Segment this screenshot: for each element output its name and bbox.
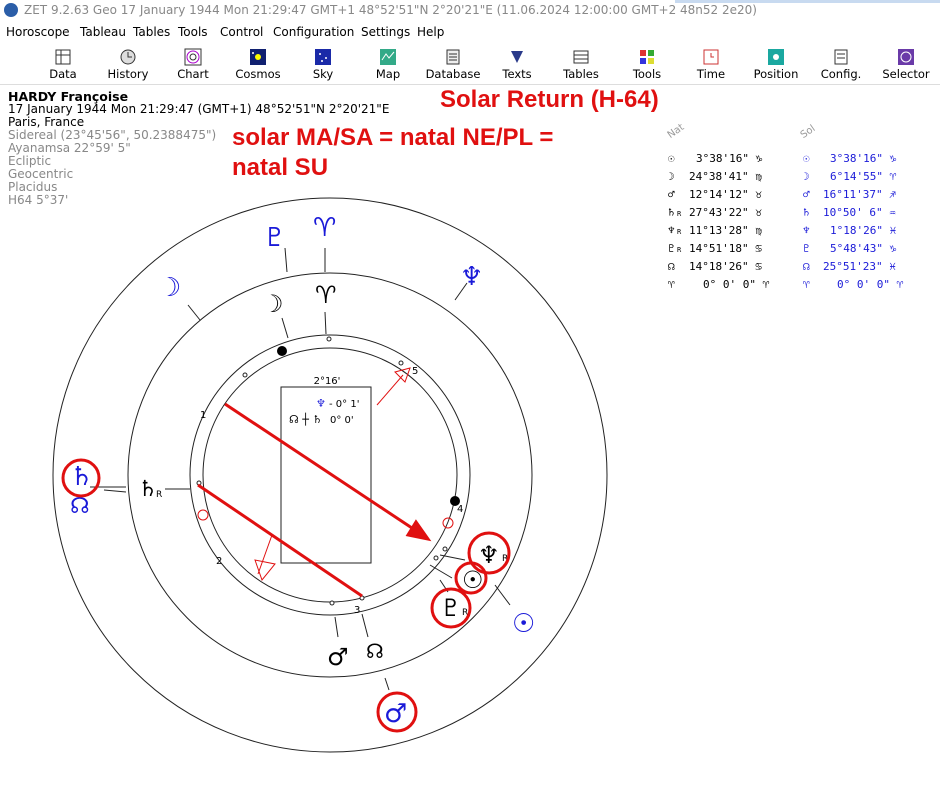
house-number-3: 3 xyxy=(354,605,360,616)
positions-table: Nat Sol ☉ 3°38'16" ♑ ☉ 3°38'16" ♑ ☽ 24°3… xyxy=(660,120,920,300)
menu-tables[interactable]: Tables xyxy=(133,25,170,39)
house-number-5: 5 xyxy=(412,366,418,377)
node-natal-outer-glyph: ☊ xyxy=(70,494,90,519)
data-icon xyxy=(55,49,71,65)
time-icon xyxy=(703,49,719,65)
setting-center: Geocentric xyxy=(8,167,74,181)
table-row: ♄ R 27°43'22" ♉ ♄ 10°50' 6" ♒ xyxy=(668,206,896,219)
history-button[interactable]: History xyxy=(93,46,163,84)
tools-button[interactable]: Tools xyxy=(612,46,682,84)
table-row: ♂ 12°14'12" ♉ ♂ 16°11'37" ♐ xyxy=(668,188,896,201)
saturn-solar-retro: R xyxy=(156,490,162,500)
menu-control[interactable]: Control xyxy=(220,25,263,39)
texts-button[interactable]: Texts xyxy=(482,46,552,84)
map-button[interactable]: Map xyxy=(353,46,423,84)
position-dot xyxy=(450,496,460,506)
title-strip xyxy=(675,0,940,3)
house-number-2: 2 xyxy=(216,556,222,567)
saturn-solar-glyph: ♄ xyxy=(138,477,158,502)
selector-icon xyxy=(898,49,914,65)
solar-return-title: Solar Return (H-64) xyxy=(440,86,659,113)
window-title: ZET 9.2.63 Geo 17 January 1944 Mon 21:29… xyxy=(24,3,757,17)
node-solar-glyph: ☊ xyxy=(366,639,384,663)
moon-solar-glyph: ☽ xyxy=(262,290,284,318)
map-icon xyxy=(380,49,396,65)
app-icon xyxy=(4,3,18,17)
fortune-marker xyxy=(197,509,209,521)
tools-icon xyxy=(640,50,654,64)
title-bar: ZET 9.2.63 Geo 17 January 1944 Mon 21:29… xyxy=(0,0,940,22)
solar-header: Sol xyxy=(798,123,818,141)
menu-tools[interactable]: Tools xyxy=(178,25,208,39)
house-number-4: 4 xyxy=(457,504,463,515)
chart-button[interactable]: Chart xyxy=(158,46,228,84)
sky-icon xyxy=(315,49,331,65)
neptune-natal-outer-glyph: ♆ xyxy=(460,262,483,292)
position-button[interactable]: Position xyxy=(741,46,811,84)
table-row: ♈ 0° 0' 0" ♈ ♈ 0° 0' 0" ♈ xyxy=(668,278,904,291)
box-node-saturn-glyphs: ☊ ┼ ♄ xyxy=(289,412,322,426)
config-icon xyxy=(834,49,848,65)
midpoint-box-title: 2°16' xyxy=(314,376,341,387)
natal-header: Nat xyxy=(665,121,687,141)
mars-natal-outer-glyph: ♂ xyxy=(384,699,407,729)
tables-icon xyxy=(573,50,589,64)
menu-tableau[interactable]: Tableau xyxy=(80,25,126,39)
tables-button[interactable]: Tables xyxy=(546,46,616,84)
menu-settings[interactable]: Settings xyxy=(361,25,410,39)
data-button[interactable]: Data xyxy=(28,46,98,84)
pluto-solar-glyph: ♇ xyxy=(440,594,462,622)
aries-solar-glyph: ♈ xyxy=(315,281,337,309)
menu-bar: Horoscope Tableau Tables Tools Control C… xyxy=(0,22,940,42)
texts-icon xyxy=(511,51,523,63)
database-icon xyxy=(446,49,460,65)
cosmos-icon xyxy=(250,49,266,65)
menu-horoscope[interactable]: Horoscope xyxy=(6,25,70,39)
table-row: ☉ 3°38'16" ♑ ☉ 3°38'16" ♑ xyxy=(668,152,897,165)
time-button[interactable]: Time xyxy=(676,46,746,84)
table-row: ♆ R 11°13'28" ♍ ♆ 1°18'26" ♓ xyxy=(668,224,897,237)
box-node-saturn-value: 0° 0' xyxy=(330,415,354,426)
annotation-line-2: natal SU xyxy=(232,154,329,181)
annotation-line-1: solar MA/SA = natal NE/PL = xyxy=(232,124,554,151)
toolbar: Data History Chart Cosmos Sky Map Databa… xyxy=(0,44,940,85)
box-neptune-value: - 0° 1' xyxy=(329,399,359,410)
database-button[interactable]: Database xyxy=(418,46,488,84)
box-neptune-glyph: ♆ xyxy=(316,397,326,410)
mars-solar-glyph: ♂ xyxy=(327,643,349,671)
sky-button[interactable]: Sky xyxy=(288,46,358,84)
pluto-natal-outer-glyph: ♇ xyxy=(263,223,286,253)
table-row: ☽ 24°38'41" ♍ ☽ 6°14'55" ♈ xyxy=(668,170,897,183)
saturn-natal-outer-glyph: ♄ xyxy=(70,462,93,492)
selector-button[interactable]: Selector xyxy=(871,46,940,84)
config-button[interactable]: Config. xyxy=(806,46,876,84)
chart-icon xyxy=(184,48,202,66)
table-row: ☊ 14°18'26" ♋ ☊ 25°51'23" ♓ xyxy=(668,260,896,273)
sun-natal-outer-glyph: ☉ xyxy=(512,609,535,639)
aries-natal-outer-glyph: ♈ xyxy=(313,213,336,243)
position-icon xyxy=(768,49,784,65)
cosmos-button[interactable]: Cosmos xyxy=(223,46,293,84)
menu-configuration[interactable]: Configuration xyxy=(273,25,354,39)
menu-help[interactable]: Help xyxy=(417,25,444,39)
neptune-solar-glyph: ♆ xyxy=(478,541,500,569)
moon-position-dot xyxy=(277,346,287,356)
horoscope-wheel[interactable]: 2°16' ♆ - 0° 1' ☊ ┼ ♄ 0° 0' 1 2 3 4 5 ♇ … xyxy=(0,190,660,770)
history-icon xyxy=(120,49,136,65)
table-row: ♇ R 14°51'18" ♋ ♇ 5°48'43" ♑ xyxy=(668,242,897,255)
house-number-1: 1 xyxy=(200,410,206,421)
moon-natal-outer-glyph: ☽ xyxy=(158,273,181,303)
